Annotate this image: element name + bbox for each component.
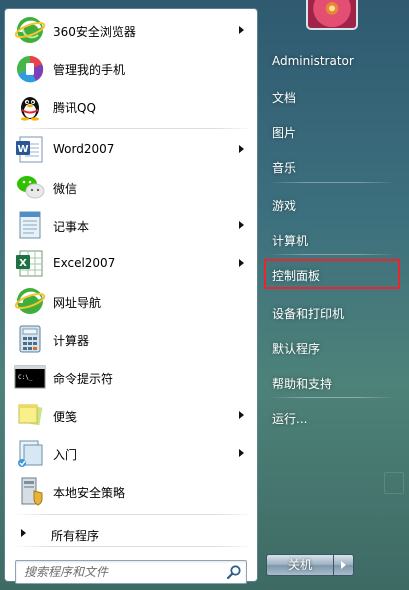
right-item-label: 默认程序: [272, 342, 321, 356]
right-item-music[interactable]: 音乐: [264, 151, 400, 181]
program-label: Excel2007: [53, 256, 116, 270]
cmd-icon: C:\_: [14, 365, 46, 389]
search-box[interactable]: [15, 560, 247, 584]
program-label: 入门: [53, 448, 78, 462]
program-item-wechat[interactable]: 微信: [9, 169, 254, 206]
svg-text:W: W: [17, 144, 28, 155]
right-item-computer[interactable]: 计算机: [264, 224, 400, 254]
program-item-sticky-notes[interactable]: 便笺: [9, 397, 254, 434]
right-item-label: 运行...: [272, 412, 308, 426]
user-name-label: Administrator: [272, 54, 354, 68]
programs-panel: 360安全浏览器 管理我的手机 腾讯QQ W Word2007 微信 记事本 X…: [4, 8, 258, 584]
program-item-getting-started[interactable]: 入门: [9, 435, 254, 472]
right-item-run[interactable]: 运行...: [264, 402, 400, 432]
right-item-label: 控制面板: [272, 269, 321, 283]
program-item-calculator[interactable]: 计算器: [9, 321, 254, 358]
excel-icon: X: [16, 250, 43, 277]
qq-penguin-icon: [21, 97, 39, 121]
right-separator: [268, 254, 396, 255]
user-name-link[interactable]: Administrator: [264, 46, 400, 76]
program-item-word[interactable]: W Word2007: [9, 131, 254, 168]
notepad-icon: [19, 211, 41, 239]
search-input[interactable]: [16, 561, 221, 583]
shutdown-group: 关机: [266, 554, 354, 576]
chevron-right-icon: [341, 561, 346, 569]
security-policy-icon: [21, 477, 43, 506]
program-item-360-browser[interactable]: 360安全浏览器: [9, 12, 254, 49]
program-label: 计算器: [53, 334, 90, 348]
right-item-label: 设备和打印机: [272, 307, 345, 321]
submenu-arrow-icon[interactable]: [239, 145, 244, 153]
phone-manager-icon: [16, 56, 44, 83]
program-label: 命令提示符: [53, 372, 114, 386]
program-label: 便笺: [53, 410, 78, 424]
right-item-default-programs[interactable]: 默认程序: [264, 332, 400, 362]
svg-text:C:\_: C:\_: [18, 374, 33, 381]
program-item-notepad[interactable]: 记事本: [9, 207, 254, 244]
program-item-security-policy[interactable]: 本地安全策略: [9, 473, 254, 510]
program-item-phone-manager[interactable]: 管理我的手机: [9, 50, 254, 87]
program-label: 管理我的手机: [53, 63, 126, 77]
right-separator: [268, 397, 396, 398]
search-icon[interactable]: [226, 564, 242, 580]
right-item-control-panel[interactable]: 控制面板: [264, 259, 400, 289]
calculator-icon: [19, 325, 41, 353]
submenu-arrow-icon[interactable]: [239, 411, 244, 419]
right-item-pictures[interactable]: 图片: [264, 116, 400, 146]
right-item-games[interactable]: 游戏: [264, 189, 400, 219]
program-label: 360安全浏览器: [53, 25, 136, 39]
program-label: 本地安全策略: [53, 486, 126, 500]
svg-text:X: X: [19, 258, 27, 269]
all-programs-label: 所有程序: [51, 529, 100, 543]
program-label: 记事本: [53, 220, 90, 234]
getting-started-icon: [18, 440, 43, 467]
shutdown-button[interactable]: 关机: [266, 554, 334, 576]
submenu-arrow-icon[interactable]: [239, 449, 244, 457]
right-item-help-support[interactable]: 帮助和支持: [264, 367, 400, 397]
program-item-excel[interactable]: X Excel2007: [9, 245, 254, 282]
360-browser-icon: [14, 17, 46, 43]
right-separator: [268, 182, 396, 183]
program-item-web-nav[interactable]: 网址导航: [9, 283, 254, 320]
user-avatar[interactable]: [306, 0, 358, 30]
right-item-devices-printers[interactable]: 设备和打印机: [264, 297, 400, 327]
sticky-notes-icon: [18, 404, 43, 426]
right-item-label: 图片: [272, 126, 297, 140]
program-label: 微信: [53, 182, 78, 196]
program-label: Word2007: [53, 142, 115, 156]
all-programs-separator: [13, 514, 253, 515]
search-separator: [13, 546, 253, 547]
decorative-frame: [384, 472, 404, 494]
all-programs-item[interactable]: 所有程序: [9, 521, 254, 547]
right-item-documents[interactable]: 文档: [264, 81, 400, 111]
pinned-separator: [13, 128, 253, 129]
program-item-qq[interactable]: 腾讯QQ: [9, 88, 254, 125]
right-item-label: 音乐: [272, 161, 297, 175]
word-icon: W: [16, 136, 43, 163]
shutdown-options-button[interactable]: [334, 554, 354, 576]
right-item-label: 帮助和支持: [272, 377, 333, 391]
all-programs-arrow-icon: [21, 529, 26, 537]
submenu-arrow-icon[interactable]: [239, 259, 244, 267]
submenu-arrow-icon[interactable]: [239, 221, 244, 229]
program-label: 网址导航: [53, 296, 102, 310]
right-item-label: 游戏: [272, 199, 297, 213]
submenu-arrow-icon[interactable]: [239, 26, 244, 34]
wechat-icon: [17, 176, 45, 199]
program-label: 腾讯QQ: [53, 101, 96, 115]
right-item-label: 文档: [272, 91, 297, 105]
right-item-label: 计算机: [272, 234, 309, 248]
web-nav-icon: [14, 288, 46, 314]
program-item-cmd[interactable]: C:\_ 命令提示符: [9, 359, 254, 396]
